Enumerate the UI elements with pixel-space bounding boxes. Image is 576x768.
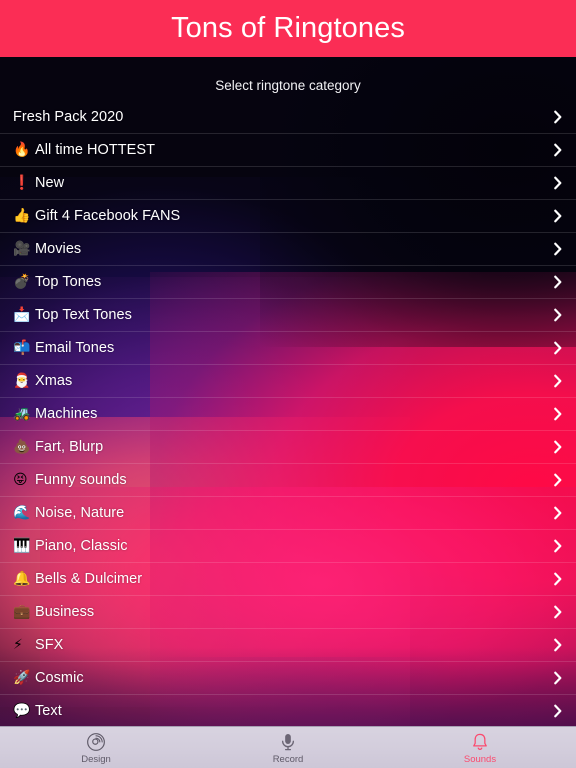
list-item-label: Cosmic <box>35 670 84 686</box>
chevron-right-icon <box>554 275 562 289</box>
tongue-out-face-icon: 😝 <box>13 472 28 488</box>
list-item-label: Piano, Classic <box>35 538 128 554</box>
list-item[interactable]: 💼 Business <box>0 596 576 629</box>
tractor-icon: 🚜 <box>13 406 31 422</box>
list-item-label: SFX <box>35 637 64 653</box>
list-item[interactable]: ❗ New <box>0 167 576 200</box>
tab-sounds[interactable]: Sounds <box>384 727 576 768</box>
list-item-label: Machines <box>35 406 98 422</box>
list-item[interactable]: 💣 Top Tones <box>0 266 576 299</box>
tab-label: Record <box>272 753 304 765</box>
list-item[interactable]: 📬 Email Tones <box>0 332 576 365</box>
list-item-label: Top Tones <box>35 274 102 290</box>
exclamation-mark-icon: ❗ <box>13 175 31 191</box>
chevron-right-icon <box>554 374 562 388</box>
list-item[interactable]: 🎥 Movies <box>0 233 576 266</box>
list-item-label: All time HOTTEST <box>35 142 156 158</box>
list-item-label: Top Text Tones <box>35 307 132 323</box>
tab-label: Design <box>81 753 111 765</box>
chevron-right-icon <box>554 176 562 190</box>
chevron-right-icon <box>554 308 562 322</box>
list-item-label: New <box>35 175 65 191</box>
briefcase-icon: 💼 <box>13 604 31 620</box>
chevron-right-icon <box>554 704 562 718</box>
chevron-right-icon <box>554 341 562 355</box>
tab-label: Sounds <box>463 753 497 765</box>
list-item[interactable]: ⚡ SFX <box>0 629 576 662</box>
list-item[interactable]: Fresh Pack 2020 <box>0 101 576 134</box>
list-item[interactable]: 📩 Top Text Tones <box>0 299 576 332</box>
chevron-right-icon <box>554 473 562 487</box>
list-item[interactable]: 🔔 Bells & Dulcimer <box>0 563 576 596</box>
list-item-label: Text <box>35 703 62 719</box>
microphone-icon <box>278 732 298 753</box>
tab-design[interactable]: Design <box>0 727 192 768</box>
chevron-right-icon <box>554 671 562 685</box>
page-title: Tons of Ringtones <box>171 12 405 44</box>
list-item-label: Fart, Blurp <box>35 439 104 455</box>
chevron-right-icon <box>554 638 562 652</box>
app-header-bar: Tons of Ringtones <box>0 0 576 57</box>
mailbox-icon: 📬 <box>13 340 31 356</box>
santa-claus-icon: 🎅 <box>13 373 31 389</box>
wave-icon: 🌊 <box>13 505 31 521</box>
list-item[interactable]: 😝 Funny sounds <box>0 464 576 497</box>
chevron-right-icon <box>554 209 562 223</box>
bomb-icon: 💣 <box>13 274 31 290</box>
section-subtitle: Select ringtone category <box>215 78 361 93</box>
list-item-label: Gift 4 Facebook FANS <box>35 208 181 224</box>
chevron-right-icon <box>554 539 562 553</box>
list-item[interactable]: 🎅 Xmas <box>0 365 576 398</box>
fire-icon: 🔥 <box>13 142 31 158</box>
list-item[interactable]: 🔥 All time HOTTEST <box>0 134 576 167</box>
list-item-label: Email Tones <box>35 340 115 356</box>
list-item-label: Xmas <box>35 373 73 389</box>
chevron-right-icon <box>554 572 562 586</box>
speech-balloon-icon: 💬 <box>13 703 31 719</box>
list-item[interactable]: 🌊 Noise, Nature <box>0 497 576 530</box>
vinyl-record-icon <box>86 732 106 753</box>
list-item[interactable]: 🎹 Piano, Classic <box>0 530 576 563</box>
rocket-icon: 🚀 <box>13 670 31 686</box>
bell-icon: 🔔 <box>13 571 31 587</box>
chevron-right-icon <box>554 407 562 421</box>
ringtone-category-list[interactable]: Fresh Pack 2020 🔥 All time HOTTEST ❗ New 👍 Gif… <box>0 101 576 727</box>
chevron-right-icon <box>554 143 562 157</box>
chevron-right-icon <box>554 440 562 454</box>
list-item[interactable]: 🚀 Cosmic <box>0 662 576 695</box>
chevron-right-icon <box>554 605 562 619</box>
list-item-label: Business <box>35 604 95 620</box>
poop-icon: 💩 <box>13 439 31 455</box>
app-screen: Tons of Ringtones Select ringtone catego… <box>0 0 576 768</box>
list-item-label: Fresh Pack 2020 <box>13 109 124 125</box>
list-item[interactable]: 🚜 Machines <box>0 398 576 431</box>
list-item-label: Movies <box>35 241 82 257</box>
list-item[interactable]: 💬 Text <box>0 695 576 727</box>
envelope-arrow-icon: 📩 <box>13 307 31 323</box>
bell-icon <box>470 732 490 753</box>
piano-keyboard-icon: 🎹 <box>13 538 31 554</box>
list-item-label: Funny sounds <box>35 472 127 488</box>
thumbs-up-icon: 👍 <box>13 208 31 224</box>
tab-record[interactable]: Record <box>192 727 384 768</box>
movie-camera-icon: 🎥 <box>13 241 31 257</box>
chevron-right-icon <box>554 242 562 256</box>
chevron-right-icon <box>554 506 562 520</box>
list-item-label: Bells & Dulcimer <box>35 571 143 587</box>
list-item[interactable]: 👍 Gift 4 Facebook FANS <box>0 200 576 233</box>
chevron-right-icon <box>554 110 562 124</box>
bottom-tab-bar[interactable]: Design Record Sounds <box>0 726 576 768</box>
list-item-label: Noise, Nature <box>35 505 125 521</box>
lightning-bolt-icon: ⚡ <box>13 637 23 653</box>
list-item[interactable]: 💩 Fart, Blurp <box>0 431 576 464</box>
